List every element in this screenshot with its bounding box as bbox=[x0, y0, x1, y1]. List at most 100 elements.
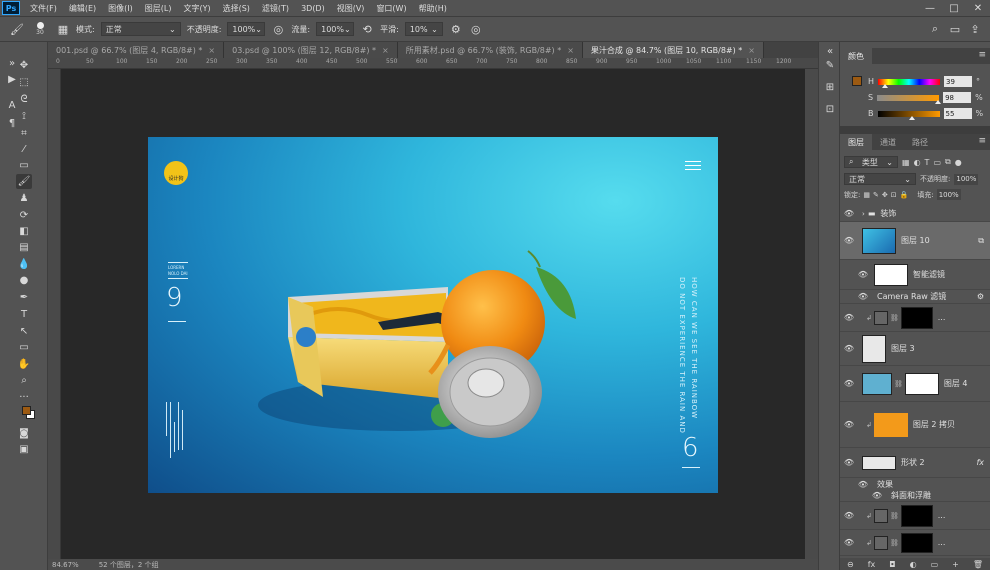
pressure-size-icon[interactable]: ◎ bbox=[469, 22, 483, 36]
adjustments-panel-icon[interactable]: ⊡ bbox=[823, 102, 837, 116]
zoom-tool-icon[interactable]: ⌕ bbox=[16, 373, 32, 388]
layer-row-2-copy[interactable]: 👁 ↲ 图层 2 拷贝 bbox=[840, 402, 990, 448]
blend-mode-select[interactable]: 正常 ⌄ bbox=[844, 173, 916, 185]
eye-icon[interactable]: 👁 bbox=[840, 458, 858, 467]
menu-layer[interactable]: 图层(L) bbox=[139, 3, 178, 14]
delete-layer-icon[interactable]: 🗑 bbox=[973, 560, 983, 569]
quick-mask-icon[interactable]: ◙ bbox=[16, 426, 32, 441]
quick-select-tool-icon[interactable]: ⟟ bbox=[16, 109, 32, 124]
add-mask-icon[interactable]: ◘ bbox=[889, 560, 895, 569]
close-icon[interactable]: × bbox=[208, 46, 215, 55]
share-icon[interactable]: ⇪ bbox=[968, 22, 982, 36]
shape-tool-icon[interactable]: ▭ bbox=[16, 340, 32, 355]
add-style-icon[interactable]: fx bbox=[868, 560, 876, 569]
eyedropper-tool-icon[interactable]: ⁄ bbox=[16, 142, 32, 157]
tab-layers[interactable]: 图层 bbox=[840, 134, 872, 150]
brush-settings-icon[interactable]: ▦ bbox=[56, 22, 70, 36]
brush-tool-preset-icon[interactable]: 🖌 bbox=[10, 22, 24, 36]
filter-adjust-icon[interactable]: ◐ bbox=[914, 158, 921, 167]
menu-view[interactable]: 视图(V) bbox=[331, 3, 371, 14]
smoothing-options-icon[interactable]: ⚙ bbox=[449, 22, 463, 36]
tab-juice-composite[interactable]: 果汁合成 @ 84.7% (图层 10, RGB/8#) * × bbox=[582, 42, 764, 58]
layer-row-shape-2[interactable]: 👁 形状 2 fx bbox=[840, 448, 990, 478]
eye-icon[interactable]: 👁 bbox=[840, 511, 858, 520]
screen-mode-icon[interactable]: ▣ bbox=[16, 442, 32, 457]
hand-tool-icon[interactable]: ✋ bbox=[16, 357, 32, 372]
filter-pixel-icon[interactable]: ▦ bbox=[902, 158, 910, 167]
gradient-tool-icon[interactable]: ▤ bbox=[16, 240, 32, 255]
link-icon[interactable]: ⛓ bbox=[894, 380, 903, 388]
lock-paint-icon[interactable]: ✎ bbox=[873, 191, 879, 199]
lock-artboard-icon[interactable]: ⊡ bbox=[891, 191, 897, 199]
filter-smart-icon[interactable]: ⧉ bbox=[945, 157, 951, 167]
mode-select[interactable]: 正常 ⌄ bbox=[100, 22, 181, 36]
eye-icon[interactable]: 👁 bbox=[840, 236, 858, 245]
collapse-panels-icon[interactable]: « bbox=[823, 44, 837, 58]
layer-opacity-value[interactable]: 100% bbox=[954, 173, 979, 185]
close-window-button[interactable]: ✕ bbox=[966, 0, 990, 16]
layer-filter-select[interactable]: ⌕ 类型 ⌄ bbox=[844, 156, 898, 168]
pen-tool-icon[interactable]: ✒ bbox=[16, 290, 32, 305]
crop-tool-icon[interactable]: ⌗ bbox=[16, 126, 32, 141]
filter-shape-icon[interactable]: ▭ bbox=[933, 158, 941, 167]
menu-select[interactable]: 选择(S) bbox=[217, 3, 256, 14]
lasso-tool-icon[interactable]: ᘓ bbox=[16, 92, 32, 107]
new-group-icon[interactable]: ▭ bbox=[931, 560, 939, 569]
eye-icon[interactable]: 👁 bbox=[840, 420, 858, 429]
adjustment-layer-icon[interactable]: ◐ bbox=[910, 560, 917, 569]
menu-help[interactable]: 帮助(H) bbox=[413, 3, 453, 14]
lock-all-icon[interactable]: 🔒 bbox=[900, 191, 909, 199]
menu-edit[interactable]: 编辑(E) bbox=[63, 3, 102, 14]
minimize-button[interactable]: — bbox=[918, 0, 942, 16]
filter-type-icon[interactable]: T bbox=[925, 158, 930, 167]
bevel-emboss-row[interactable]: 👁 斜面和浮雕 bbox=[840, 490, 990, 502]
menu-file[interactable]: 文件(F) bbox=[24, 3, 63, 14]
menu-3d[interactable]: 3D(D) bbox=[295, 4, 331, 13]
eye-icon[interactable]: 👁 bbox=[840, 538, 858, 547]
lock-pixels-icon[interactable]: ▦ bbox=[863, 191, 870, 199]
panel-menu-icon[interactable]: ≡ bbox=[978, 50, 986, 60]
hue-slider[interactable] bbox=[878, 78, 941, 88]
tab-03[interactable]: 03.psd @ 100% (图层 12, RGB/8#) * × bbox=[224, 42, 398, 58]
menu-type[interactable]: 文字(Y) bbox=[177, 3, 216, 14]
hue-value[interactable]: 39 bbox=[944, 76, 973, 87]
zoom-level[interactable]: 84.67% bbox=[52, 561, 79, 569]
saturation-value[interactable]: 98 bbox=[943, 92, 972, 103]
smart-filter-row[interactable]: 👁 智能滤镜 bbox=[840, 260, 990, 290]
foreground-swatch[interactable] bbox=[852, 76, 862, 86]
close-icon[interactable]: × bbox=[567, 46, 574, 55]
workspace-icon[interactable]: ▭ bbox=[948, 22, 962, 36]
brightness-slider[interactable] bbox=[877, 110, 940, 120]
eye-icon[interactable]: 👁 bbox=[854, 480, 872, 489]
healing-tool-icon[interactable]: ▭ bbox=[16, 158, 32, 173]
chevron-right-icon[interactable]: › bbox=[862, 210, 865, 218]
lock-move-icon[interactable]: ✥ bbox=[882, 191, 888, 199]
tab-channels[interactable]: 通道 bbox=[872, 134, 904, 150]
close-icon[interactable]: × bbox=[748, 46, 755, 55]
eye-icon[interactable]: 👁 bbox=[840, 313, 858, 322]
clone-stamp-tool-icon[interactable]: ♟ bbox=[16, 191, 32, 206]
layer-row-mask-1[interactable]: 👁 ↲ ⛓ ... bbox=[840, 304, 990, 332]
properties-panel-icon[interactable]: ⊞ bbox=[823, 80, 837, 94]
dodge-tool-icon[interactable]: ● bbox=[16, 273, 32, 288]
filter-options-icon[interactable]: ⚙ bbox=[977, 292, 984, 301]
link-icon[interactable]: ⛓ bbox=[890, 539, 899, 547]
history-brush-tool-icon[interactable]: ⟳ bbox=[16, 208, 32, 223]
eye-icon[interactable]: 👁 bbox=[840, 379, 858, 388]
panel-menu-icon[interactable]: ≡ bbox=[978, 136, 986, 146]
path-select-tool-icon[interactable]: ↖ bbox=[16, 324, 32, 339]
eraser-tool-icon[interactable]: ◧ bbox=[16, 224, 32, 239]
fx-badge[interactable]: fx bbox=[976, 458, 984, 467]
smoothing-field[interactable]: 10% ⌄ bbox=[404, 22, 443, 36]
close-icon[interactable]: × bbox=[382, 46, 389, 55]
tab-materials[interactable]: 所用素材.psd @ 66.7% (装饰, RGB/8#) * × bbox=[397, 42, 583, 58]
link-icon[interactable]: ⛓ bbox=[890, 314, 899, 322]
new-layer-icon[interactable]: + bbox=[952, 560, 959, 569]
edit-toolbar-icon[interactable]: ··· bbox=[16, 390, 32, 405]
slider-knob[interactable] bbox=[881, 83, 888, 88]
layer-row-3[interactable]: 👁 图层 3 bbox=[840, 332, 990, 366]
foreground-color-swatch[interactable] bbox=[22, 406, 31, 415]
tab-color[interactable]: 颜色 bbox=[840, 48, 872, 64]
brightness-value[interactable]: 55 bbox=[943, 108, 972, 119]
menu-filter[interactable]: 滤镜(T) bbox=[256, 3, 295, 14]
